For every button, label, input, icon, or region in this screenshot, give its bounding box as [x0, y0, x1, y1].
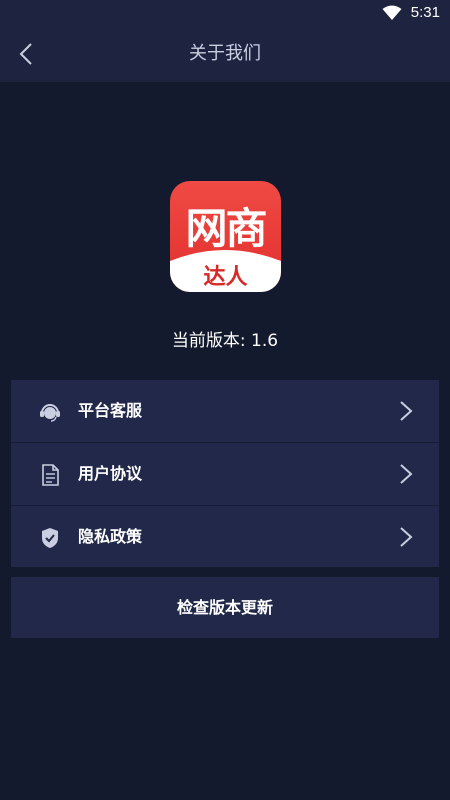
- menu-item-customer-service[interactable]: 平台客服: [11, 380, 439, 442]
- chevron-right-icon: [399, 526, 413, 548]
- menu-item-label: 用户协议: [78, 464, 143, 483]
- menu-item-user-agreement[interactable]: 用户协议: [11, 443, 439, 505]
- logo-text-main: 网商: [185, 204, 267, 253]
- document-icon: [39, 464, 61, 486]
- chevron-right-icon: [399, 400, 413, 422]
- wifi-icon: [382, 5, 402, 25]
- shield-check-icon: [39, 527, 61, 549]
- menu-item-label: 隐私政策: [78, 527, 143, 546]
- status-time: 5:31: [410, 4, 440, 21]
- version-text: 当前版本: 1.6: [171, 331, 279, 351]
- menu-item-privacy-policy[interactable]: 隐私政策: [11, 506, 439, 568]
- chevron-right-icon: [399, 463, 413, 485]
- headset-icon: [39, 401, 61, 423]
- back-button[interactable]: [10, 38, 42, 70]
- check-update-button[interactable]: 检查版本更新: [11, 577, 439, 638]
- menu-item-label: 平台客服: [78, 401, 143, 420]
- app-logo: 网商 达人: [170, 181, 281, 292]
- page-title: 关于我们: [189, 43, 261, 64]
- nav-bar: 关于我们: [0, 26, 450, 82]
- chevron-left-icon: [19, 43, 32, 65]
- menu-card: 平台客服 用户协议 隐私政策: [11, 380, 439, 567]
- logo-text-sub: 达人: [203, 265, 248, 290]
- status-bar: 5:31: [0, 0, 450, 26]
